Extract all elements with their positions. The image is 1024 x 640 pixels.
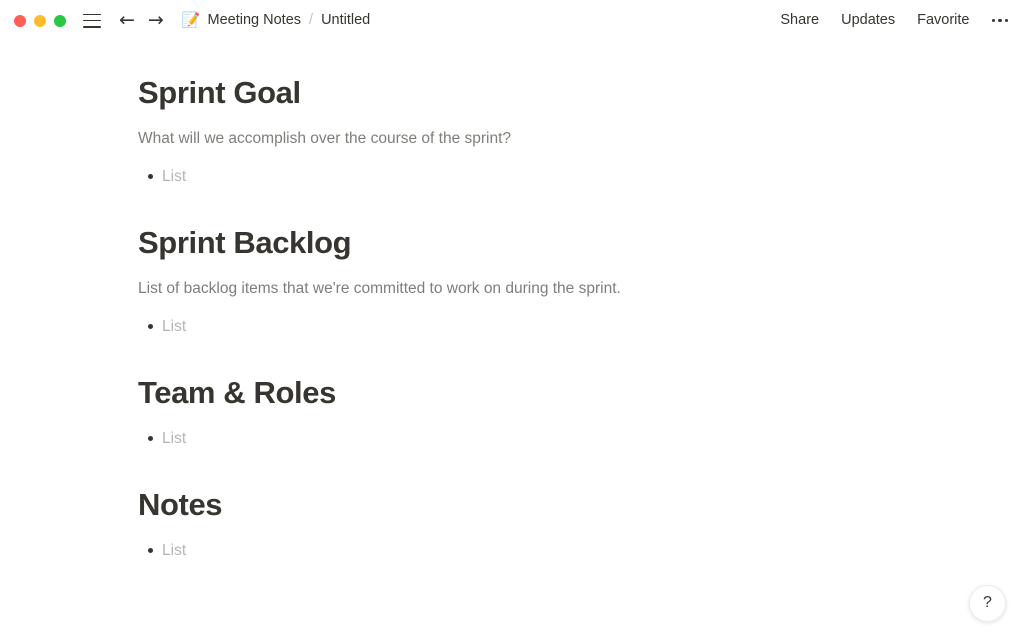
list-item[interactable]: List [136,162,904,191]
list-item[interactable]: List [136,424,904,453]
section-heading[interactable]: Sprint Backlog [136,221,904,265]
list-item-placeholder[interactable]: List [162,165,902,188]
traffic-lights [14,14,66,27]
list-item-placeholder[interactable]: List [162,315,902,338]
updates-button[interactable]: Updates [841,13,895,28]
list-item-placeholder[interactable]: List [162,539,902,562]
help-button[interactable]: ? [969,585,1006,622]
hamburger-line [83,19,101,22]
more-dot [1004,18,1008,23]
bullet-icon [138,165,162,188]
question-mark-icon: ? [983,594,992,611]
list-item[interactable]: List [136,312,904,341]
section-sprint-goal: Sprint Goal What will we accomplish over… [136,71,904,191]
bullet-icon [138,315,162,338]
memo-icon: 📝 [181,11,201,29]
close-window-button[interactable] [14,14,26,27]
section-description[interactable]: What will we accomplish over the course … [136,124,904,153]
breadcrumb-separator: / [309,12,314,29]
hamburger-menu-icon[interactable] [83,13,101,28]
back-arrow-icon[interactable]: ← [119,11,135,30]
titlebar-actions: Share Updates Favorite [780,13,1008,28]
window-titlebar: ← → 📝 Meeting Notes / Untitled Share Upd… [0,0,1024,41]
favorite-button[interactable]: Favorite [917,13,969,28]
section-heading[interactable]: Notes [136,483,904,527]
maximize-window-button[interactable] [54,14,66,27]
breadcrumb: 📝 Meeting Notes / Untitled [182,13,370,28]
section-notes: Notes List [136,483,904,565]
more-dot [998,18,1002,23]
list-item[interactable]: List [136,536,904,565]
section-description[interactable]: List of backlog items that we're committ… [136,274,904,303]
breadcrumb-current[interactable]: Untitled [321,13,370,28]
hamburger-line [83,25,101,28]
bullet-icon [138,427,162,450]
minimize-window-button[interactable] [34,14,46,27]
more-dot [991,18,995,23]
section-team-and-roles: Team & Roles List [136,371,904,453]
forward-arrow-icon[interactable]: → [148,11,164,30]
list-item-placeholder[interactable]: List [162,427,902,450]
section-sprint-backlog: Sprint Backlog List of backlog items tha… [136,221,904,341]
section-heading[interactable]: Team & Roles [136,371,904,415]
share-button[interactable]: Share [780,13,819,28]
breadcrumb-parent[interactable]: Meeting Notes [208,13,302,28]
section-heading[interactable]: Sprint Goal [136,71,904,115]
document-canvas: Sprint Goal What will we accomplish over… [0,41,1024,640]
document-content: Sprint Goal What will we accomplish over… [0,41,1024,565]
navigation-arrows: ← → [119,11,164,30]
hamburger-line [83,13,101,16]
more-options-icon[interactable] [991,17,1008,25]
bullet-icon [138,539,162,562]
